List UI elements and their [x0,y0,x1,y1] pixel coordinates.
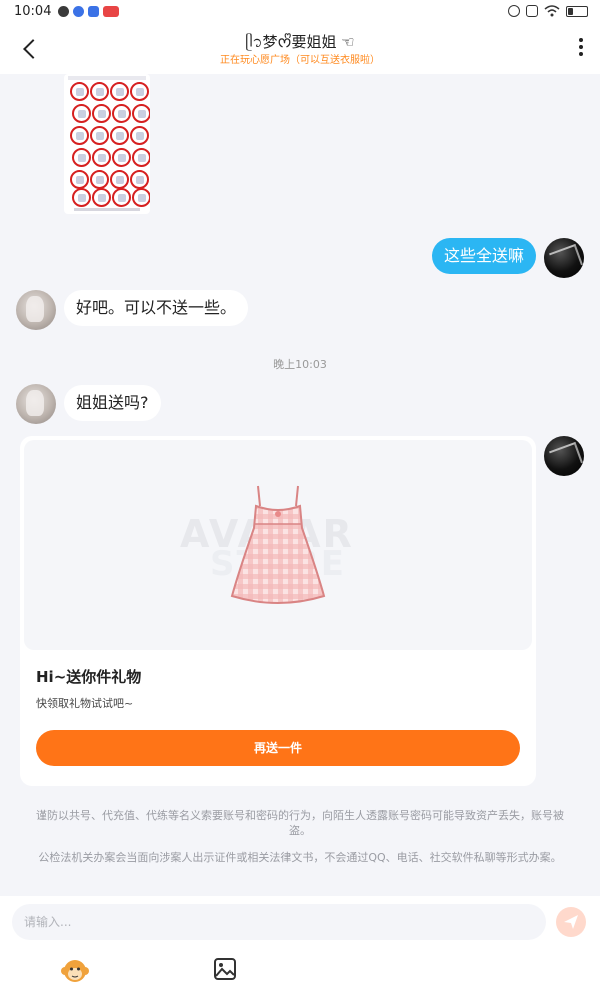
circled-item [132,188,150,207]
circled-item [132,104,150,123]
circled-item [72,104,91,123]
gift-description: 快领取礼物试试吧~ [36,697,134,710]
circled-item [112,104,131,123]
notification-icons [58,6,119,17]
circled-item [92,188,111,207]
battery-level [568,7,573,15]
wifi-icon [544,5,560,17]
gift-title: Hi~送你件礼物 [36,668,142,686]
status-time: 10:04 [14,4,52,19]
circled-item [110,170,129,189]
input-bar [0,896,600,1000]
gift-card[interactable]: AVATAR STORE Hi~送你件礼物 快领取礼物试试吧~ 再送一件 [20,436,536,786]
circled-item [72,188,91,207]
monkey-face-icon [61,960,89,982]
safety-notice: 谨防以共号、代充值、代练等名义索要账号和密码的行为，向陌生人透露账号密码可能导致… [36,809,564,837]
time-divider: 晚上10:03 [273,358,327,371]
system-icons [508,5,588,17]
wechat-icon [58,6,69,17]
app-icon [73,6,84,17]
circled-item [90,126,109,145]
status-bar: 10:04 [0,0,600,24]
news-icon [103,6,119,17]
dress-icon [230,485,326,604]
alarm-icon [508,5,520,17]
my-avatar[interactable] [544,238,584,278]
chat-status: 正在玩心愿广场（可以互送衣服啦） [220,55,380,66]
contact-avatar[interactable] [16,384,56,424]
message-bubble-incoming[interactable]: 好吧。可以不送一些。 [64,290,249,326]
battery-icon [566,5,588,17]
screenshot-nav-bar [74,208,140,211]
circled-item [130,170,149,189]
shared-screenshot-image[interactable] [64,74,150,214]
circled-item [70,82,89,101]
circled-item [70,126,89,145]
circled-item [92,148,111,167]
safety-notice: 公检法机关办案会当面向涉案人出示证件或相关法律文书，不会通过QQ、电话、社交软件… [38,851,562,864]
my-avatar[interactable] [544,436,584,476]
screenshot-status-bar [68,76,146,80]
message-bubble-outgoing[interactable]: 这些全送嘛 [431,238,536,274]
circled-item [72,148,91,167]
image-button[interactable] [212,956,238,982]
vertical-dots-icon [579,38,583,42]
circled-item [112,188,131,207]
image-icon [214,958,236,980]
circled-item [132,148,150,167]
contact-avatar[interactable] [16,290,56,330]
circled-item [70,170,89,189]
message-input[interactable] [12,904,546,940]
mute-icon [526,5,538,17]
chat-header: ᥫ᭡梦ᰔᩚ要姐姐 ☜ 正在玩心愿广场（可以互送衣服啦） [0,24,600,74]
circled-item [130,82,149,101]
circled-item [90,82,109,101]
gift-image: AVATAR STORE [24,440,532,650]
message-bubble-incoming[interactable]: 姐姐送吗? [64,385,161,421]
circled-item [92,104,111,123]
message-icon [88,6,99,17]
circled-item [110,126,129,145]
circled-item [110,82,129,101]
circled-item [90,170,109,189]
send-button[interactable] [556,907,586,937]
circled-item [130,126,149,145]
send-another-gift-button[interactable]: 再送一件 [36,730,520,766]
paper-plane-icon [564,915,578,929]
more-options-button[interactable] [576,38,586,60]
emoji-button[interactable] [60,956,90,986]
circled-item [112,148,131,167]
